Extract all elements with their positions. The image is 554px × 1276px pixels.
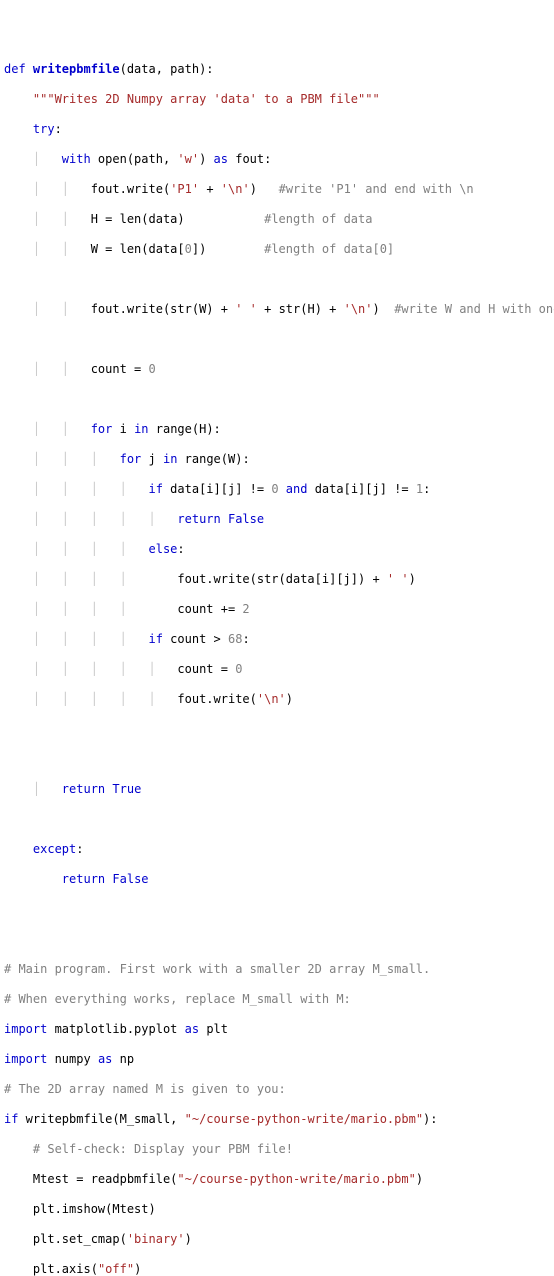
code-line[interactable]: plt.axis("off") [4,1262,550,1276]
code-line[interactable]: │ │ H = len(data) #length of data [4,212,550,227]
code-line[interactable]: if writepbmfile(M_small, "~/course-pytho… [4,1112,550,1127]
code-line[interactable]: │ │ fout.write('P1' + '\n') #write 'P1' … [4,182,550,197]
code-line[interactable] [4,902,550,917]
code-line[interactable] [4,812,550,827]
code-line[interactable]: │ │ │ │ count += 2 [4,602,550,617]
code-line[interactable]: │ │ │ │ │ count = 0 [4,662,550,677]
code-line[interactable] [4,932,550,947]
code-line[interactable]: import numpy as np [4,1052,550,1067]
code-line[interactable]: │ │ │ │ fout.write(str(data[i][j]) + ' '… [4,572,550,587]
code-line[interactable]: │ return True [4,782,550,797]
code-line[interactable]: │ │ │ │ else: [4,542,550,557]
code-line[interactable]: │ │ │ │ │ return False [4,512,550,527]
code-line[interactable]: # When everything works, replace M_small… [4,992,550,1007]
code-line[interactable]: plt.set_cmap('binary') [4,1232,550,1247]
code-line[interactable] [4,722,550,737]
code-line[interactable]: Mtest = readpbmfile("~/course-python-wri… [4,1172,550,1187]
code-line[interactable]: return False [4,872,550,887]
code-line[interactable]: │ │ fout.write(str(W) + ' ' + str(H) + '… [4,302,550,317]
code-line[interactable]: │ │ │ for j in range(W): [4,452,550,467]
code-line[interactable] [4,752,550,767]
code-line[interactable]: plt.imshow(Mtest) [4,1202,550,1217]
code-line[interactable]: try: [4,122,550,137]
code-line[interactable]: │ │ │ │ if data[i][j] != 0 and data[i][j… [4,482,550,497]
code-line[interactable]: │ │ W = len(data[0]) #length of data[0] [4,242,550,257]
code-line[interactable]: │ │ for i in range(H): [4,422,550,437]
code-line[interactable]: # The 2D array named M is given to you: [4,1082,550,1097]
code-line[interactable]: # Self-check: Display your PBM file! [4,1142,550,1157]
code-line[interactable] [4,392,550,407]
code-line[interactable]: │ with open(path, 'w') as fout: [4,152,550,167]
code-line[interactable] [4,332,550,347]
code-line[interactable]: │ │ count = 0 [4,362,550,377]
code-line[interactable]: import matplotlib.pyplot as plt [4,1022,550,1037]
code-line[interactable] [4,272,550,287]
code-line[interactable]: │ │ │ │ if count > 68: [4,632,550,647]
code-line[interactable]: │ │ │ │ │ fout.write('\n') [4,692,550,707]
code-line[interactable]: """Writes 2D Numpy array 'data' to a PBM… [4,92,550,107]
code-line[interactable]: # Main program. First work with a smalle… [4,962,550,977]
code-line[interactable]: def writepbmfile(data, path): [4,62,550,77]
code-line[interactable]: except: [4,842,550,857]
